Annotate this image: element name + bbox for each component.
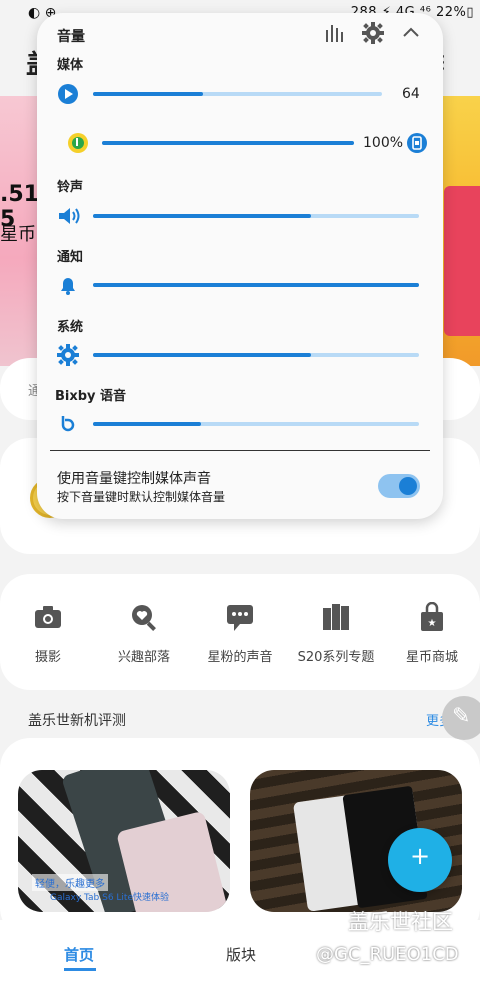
books-icon	[321, 602, 351, 632]
plus-icon: +	[409, 842, 431, 870]
camera-icon	[33, 602, 63, 632]
section-title: 盖乐世新机评测	[28, 713, 126, 729]
ringtone-volume-fill	[93, 214, 312, 218]
edit-button[interactable]: ✎	[442, 696, 480, 740]
media-volume-value: 64	[402, 86, 420, 102]
notification-label: 通知	[57, 250, 84, 265]
category-fans-voice[interactable]: 星粉的声音	[192, 602, 288, 665]
ringtone-volume-slider[interactable]	[93, 214, 419, 218]
category-label: 摄影	[34, 650, 61, 665]
volume-panel-title: 音量	[57, 29, 85, 45]
app-volume-value: 100%	[363, 135, 404, 151]
speaker-icon[interactable]	[57, 205, 81, 231]
chevron-up-icon[interactable]	[400, 22, 422, 48]
volume-key-toggle-title: 使用音量键控制媒体声音	[57, 471, 211, 487]
tab-home[interactable]: 首页	[64, 944, 94, 965]
output-device-icon[interactable]	[406, 132, 428, 158]
gift-box-icon	[444, 186, 480, 336]
toggle-knob	[399, 477, 417, 495]
system-volume-fill	[93, 353, 312, 357]
media-volume-fill	[93, 92, 203, 96]
category-coin-store[interactable]: ★ 星币商城	[384, 601, 480, 665]
bixby-volume-slider[interactable]	[93, 422, 419, 426]
ringtone-label: 铃声	[57, 180, 84, 195]
svg-text:★: ★	[428, 618, 437, 629]
volume-key-toggle[interactable]	[378, 474, 420, 498]
category-label: 兴趣部落	[117, 650, 170, 665]
bixby-icon[interactable]	[57, 413, 79, 439]
media-volume-slider[interactable]	[93, 92, 382, 96]
app-volume-slider[interactable]	[102, 141, 354, 145]
bixby-label: Bixby 语音	[55, 389, 127, 404]
bell-icon[interactable]	[57, 274, 79, 300]
shopping-bag-icon: ★	[417, 601, 447, 632]
photo-caption-subtitle: Galaxy Tab S6 Lite快速体验	[50, 893, 169, 903]
watermark: 盖乐世社区	[348, 910, 453, 934]
volume-key-toggle-subtitle: 按下音量键时默认控制媒体音量	[57, 490, 226, 504]
music-app-icon	[67, 132, 89, 158]
gear-icon[interactable]	[362, 22, 384, 48]
photo-caption: 轻便，乐趣更多	[32, 874, 108, 891]
notification-volume-fill	[93, 283, 419, 287]
add-post-button[interactable]: +	[388, 828, 452, 892]
heart-search-icon	[129, 602, 159, 632]
bixby-volume-fill	[93, 422, 201, 426]
chat-bubble-icon	[225, 602, 255, 632]
tab-home-indicator	[64, 968, 96, 971]
category-photography[interactable]: 摄影	[0, 602, 96, 665]
category-s20-topic[interactable]: S20系列专题	[288, 602, 384, 665]
category-label: 星粉的声音	[207, 650, 273, 665]
pencil-icon: ✎	[452, 704, 471, 729]
play-icon[interactable]	[57, 83, 79, 109]
category-label: S20系列专题	[297, 650, 375, 665]
media-label: 媒体	[57, 58, 84, 73]
tab-board[interactable]: 版块	[226, 944, 256, 965]
equalizer-icon[interactable]	[324, 22, 346, 48]
system-volume-slider[interactable]	[93, 353, 419, 357]
system-gear-icon[interactable]	[57, 344, 79, 370]
category-bar: 摄影 兴趣部落 星粉的声音 S20系列专题 ★ 星币商城	[0, 574, 480, 690]
banner-left-subtext: 星币	[0, 224, 36, 245]
review-card-tab-s6-lite[interactable]: 轻便，乐趣更多 Galaxy Tab S6 Lite快速体验	[18, 770, 230, 912]
category-label: 星币商城	[405, 650, 458, 665]
system-label: 系统	[57, 320, 84, 335]
watermark-handle: @GC_RUEO1CD	[316, 944, 459, 965]
volume-panel	[37, 13, 443, 519]
category-interest[interactable]: 兴趣部落	[96, 602, 192, 665]
notification-volume-slider[interactable]	[93, 283, 419, 287]
app-volume-fill	[102, 141, 354, 145]
divider	[50, 450, 430, 451]
